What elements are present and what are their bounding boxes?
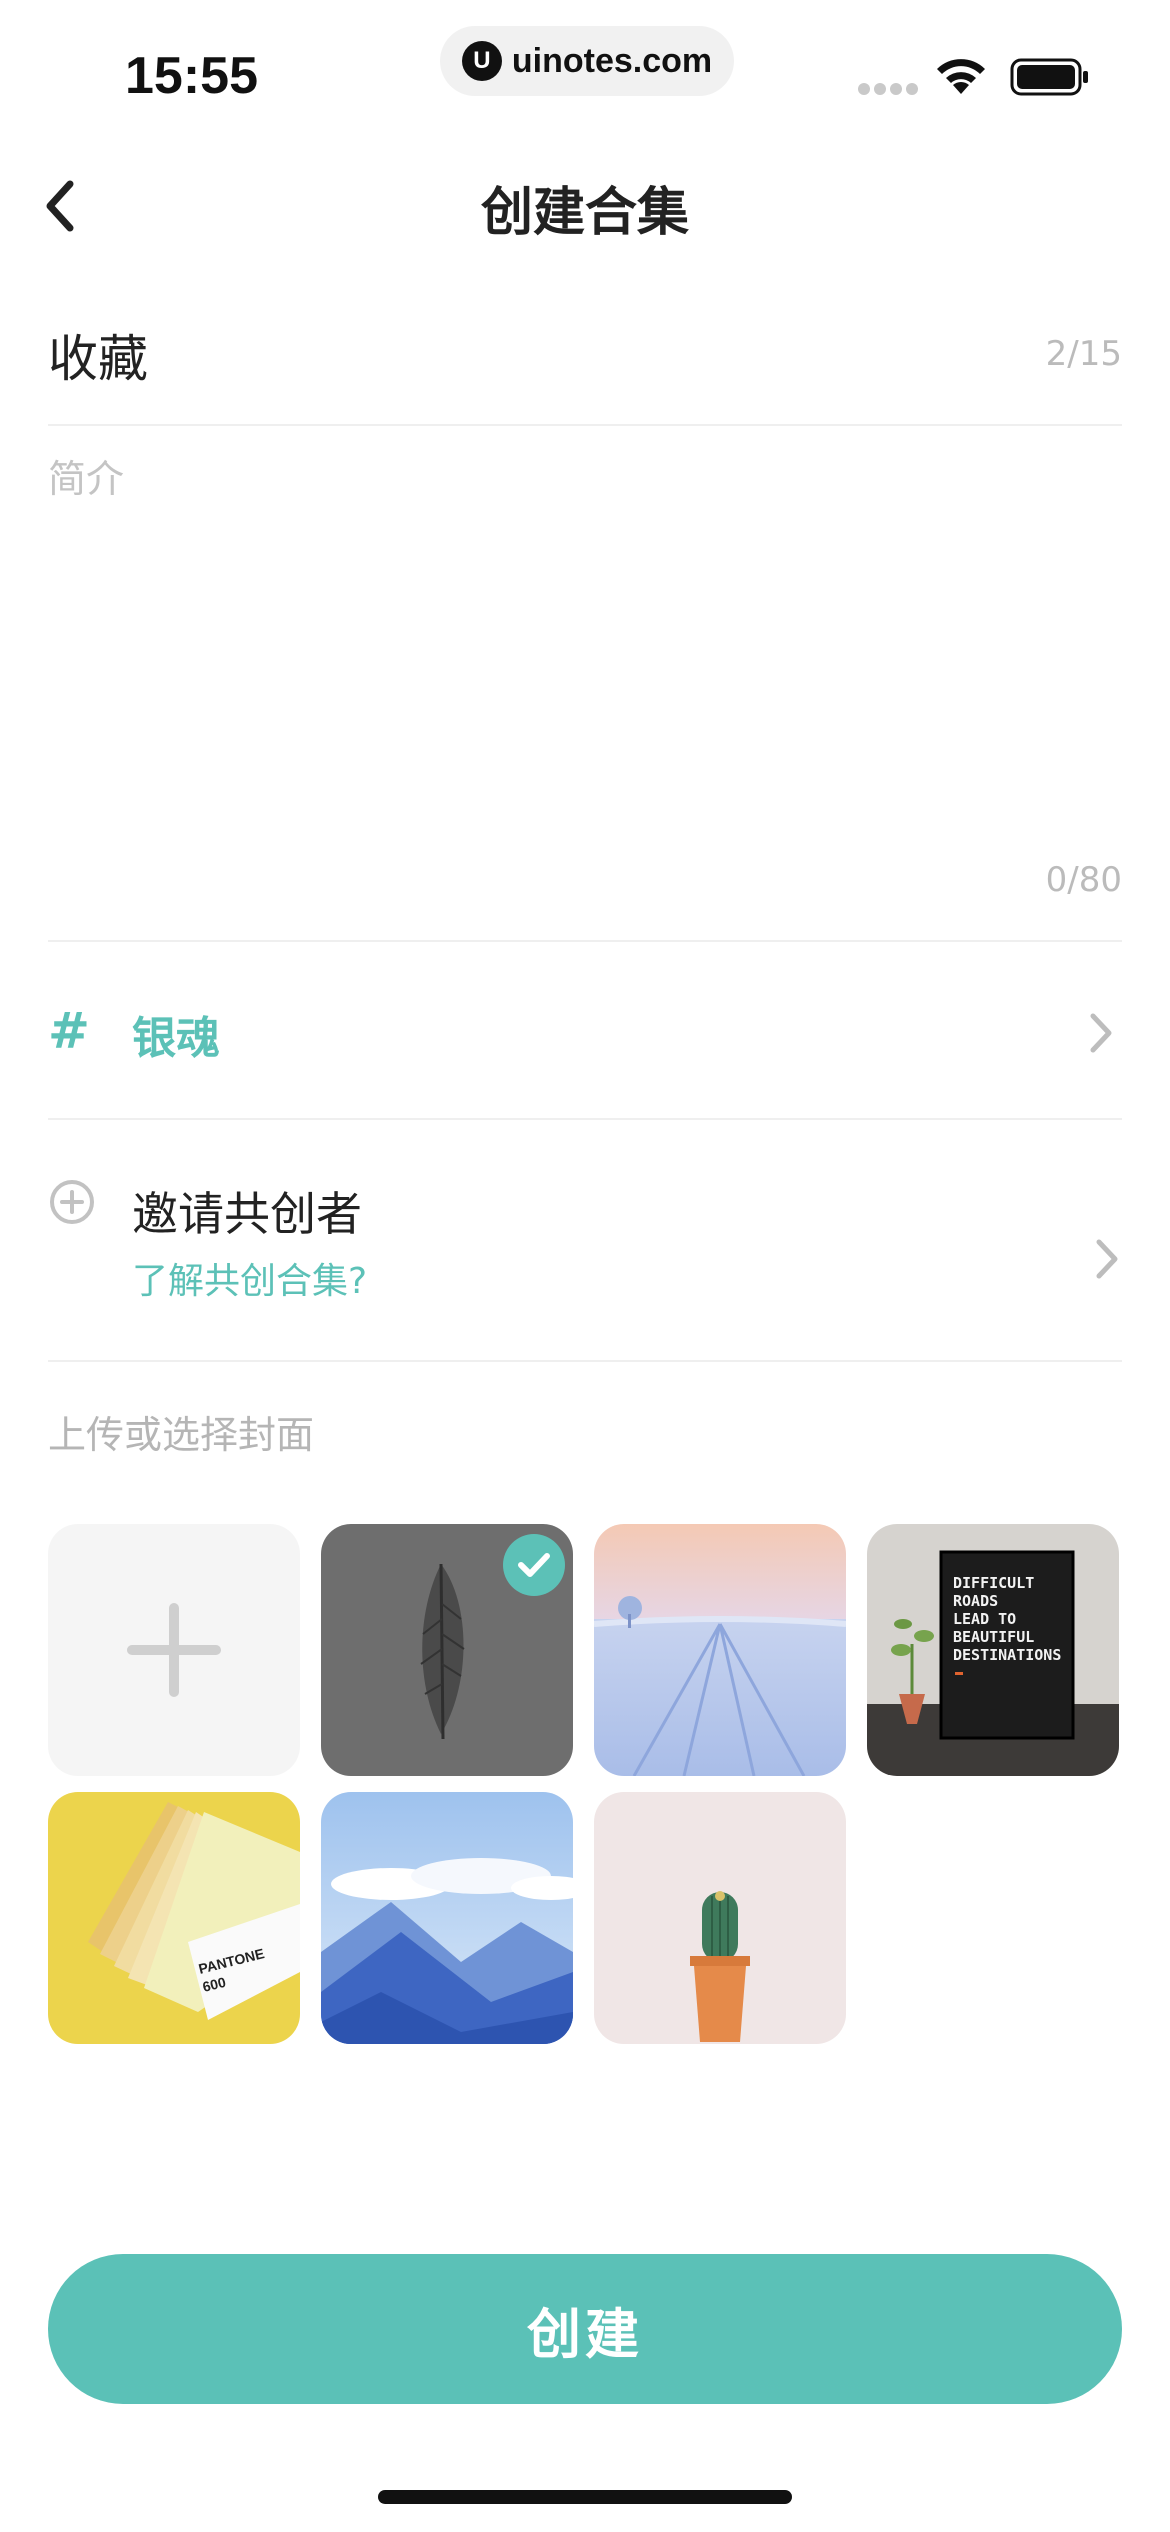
chevron-right-icon bbox=[1090, 1013, 1112, 1053]
cover-option-pantone[interactable]: PANTONE 600 bbox=[48, 1792, 300, 2044]
chevron-right-icon bbox=[1096, 1239, 1118, 1279]
battery-icon bbox=[1010, 58, 1088, 96]
invite-cocreator-label: 邀请共创者 bbox=[132, 1187, 362, 1241]
cactus-image bbox=[594, 1792, 846, 2044]
divider bbox=[48, 1360, 1122, 1362]
letter-board-image: DIFFICULT ROADS LEAD TO BEAUTIFUL DESTIN… bbox=[867, 1524, 1119, 1776]
tag-label: 银魂 bbox=[132, 1013, 220, 1064]
site-logo-letter: U bbox=[473, 47, 491, 74]
selected-check-icon bbox=[503, 1534, 565, 1596]
cover-option-letter-board[interactable]: DIFFICULT ROADS LEAD TO BEAUTIFUL DESTIN… bbox=[867, 1524, 1119, 1776]
intro-textarea[interactable] bbox=[48, 448, 1122, 848]
tag-row[interactable]: # 银魂 bbox=[48, 960, 1122, 1110]
snow-field-image bbox=[594, 1524, 846, 1776]
title-char-count: 2/15 bbox=[1045, 334, 1122, 374]
collection-title-input[interactable] bbox=[48, 310, 1008, 400]
board-line-4: BEAUTIFUL bbox=[953, 1628, 1034, 1646]
plus-icon bbox=[127, 1603, 221, 1697]
divider bbox=[48, 1118, 1122, 1120]
pantone-image: PANTONE 600 bbox=[48, 1792, 300, 2044]
page-title: 创建合集 bbox=[480, 183, 689, 243]
url-text: uinotes.com bbox=[511, 41, 713, 80]
cover-option-cactus[interactable] bbox=[594, 1792, 846, 2044]
board-line-3: LEAD TO bbox=[953, 1610, 1016, 1628]
status-time: 15:55 bbox=[125, 47, 258, 105]
home-indicator bbox=[378, 2490, 792, 2504]
intro-char-count: 0/80 bbox=[1045, 860, 1122, 900]
board-line-1: DIFFICULT bbox=[953, 1574, 1034, 1592]
mountains-image bbox=[321, 1792, 573, 2044]
divider bbox=[48, 424, 1122, 426]
cover-option-snow-field[interactable] bbox=[594, 1524, 846, 1776]
learn-cocreate-link[interactable]: 了解共创合集? bbox=[132, 1252, 367, 1304]
invite-cocreator-row[interactable]: 邀请共创者 了解共创合集? bbox=[48, 1140, 1122, 1380]
cellular-signal-icon bbox=[858, 83, 918, 95]
url-pill[interactable]: U uinotes.com bbox=[440, 26, 734, 96]
plus-circle-icon bbox=[50, 1180, 94, 1224]
create-button[interactable]: 创建 bbox=[48, 2254, 1122, 2404]
board-line-5: DESTINATIONS bbox=[953, 1646, 1061, 1664]
board-line-2: ROADS bbox=[953, 1592, 998, 1610]
divider bbox=[48, 940, 1122, 942]
wifi-icon bbox=[937, 59, 985, 94]
cover-option-mountains[interactable] bbox=[321, 1792, 573, 2044]
cover-section-label: 上传或选择封面 bbox=[48, 1413, 315, 1457]
site-logo-icon: U bbox=[461, 41, 502, 81]
hashtag-icon: # bbox=[48, 1002, 90, 1060]
upload-cover-button[interactable] bbox=[48, 1524, 300, 1776]
